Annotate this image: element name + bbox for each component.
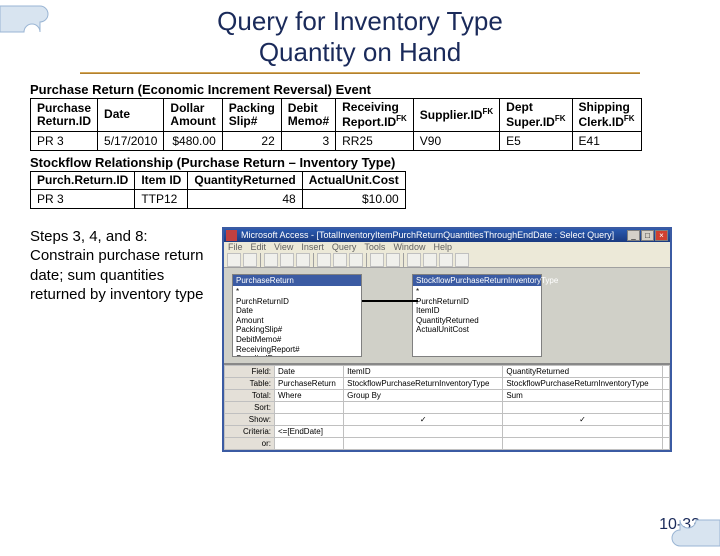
stockflow-table: Purch.Return.ID Item ID QuantityReturned… — [30, 171, 406, 209]
col-receiving-report: ReceivingReport.IDFK — [336, 99, 414, 131]
puzzle-decoration-tl — [0, 1, 55, 61]
col-dollar-amount: DollarAmount — [164, 99, 222, 131]
table-box-purchase-return[interactable]: PurchaseReturn * PurchReturnID Date Amou… — [232, 274, 362, 357]
join-line[interactable] — [362, 300, 418, 302]
table-box-stockflow[interactable]: StockflowPurchaseReturnInventoryType * P… — [412, 274, 542, 357]
col-packing-slip: PackingSlip# — [222, 99, 281, 131]
toolbar-button[interactable] — [455, 253, 469, 267]
minimize-button[interactable]: _ — [627, 230, 640, 241]
menu-query[interactable]: Query — [332, 242, 357, 252]
toolbar-button[interactable] — [243, 253, 257, 267]
access-titlebar[interactable]: Microsoft Access - [TotalInventoryItemPu… — [224, 229, 670, 242]
field-list: * PurchReturnID Date Amount PackingSlip#… — [233, 286, 361, 356]
toolbar-button[interactable] — [439, 253, 453, 267]
access-toolbar[interactable] — [224, 253, 670, 268]
toolbar-button[interactable] — [317, 253, 331, 267]
purchase-return-table: PurchaseReturn.ID Date DollarAmount Pack… — [30, 98, 642, 150]
toolbar-button[interactable] — [280, 253, 294, 267]
col-actual-unit-cost: ActualUnit.Cost — [302, 171, 405, 189]
toolbar-button[interactable] — [349, 253, 363, 267]
table-row: PR 3 TTP12 48 $10.00 — [31, 189, 406, 208]
toolbar-button[interactable] — [370, 253, 384, 267]
section2-label: Stockflow Relationship (Purchase Return … — [30, 155, 720, 170]
toolbar-button[interactable] — [333, 253, 347, 267]
menu-window[interactable]: Window — [393, 242, 425, 252]
toolbar-button[interactable] — [264, 253, 278, 267]
maximize-button[interactable]: □ — [641, 230, 654, 241]
access-app-icon — [226, 230, 237, 241]
table-header-row: PurchaseReturn.ID Date DollarAmount Pack… — [31, 99, 642, 131]
menu-help[interactable]: Help — [433, 242, 452, 252]
menu-tools[interactable]: Tools — [364, 242, 385, 252]
menu-edit[interactable]: Edit — [251, 242, 267, 252]
col-qty-returned: QuantityReturned — [188, 171, 302, 189]
toolbar-button[interactable] — [407, 253, 421, 267]
close-button[interactable]: × — [655, 230, 668, 241]
qbe-grid[interactable]: Field:DateItemIDQuantityReturned Table:P… — [224, 363, 670, 450]
col-item-id: Item ID — [135, 171, 188, 189]
access-menubar[interactable]: File Edit View Insert Query Tools Window… — [224, 242, 670, 253]
slide-title: Query for Inventory Type Quantity on Han… — [0, 6, 720, 68]
field-list: * PurchReturnID ItemID QuantityReturned … — [413, 286, 541, 356]
col-dept-super: DeptSuper.IDFK — [500, 99, 572, 131]
col-shipping-clerk: ShippingClerk.IDFK — [572, 99, 641, 131]
col-date: Date — [98, 99, 164, 131]
toolbar-button[interactable] — [386, 253, 400, 267]
table-header-row: Purch.Return.ID Item ID QuantityReturned… — [31, 171, 406, 189]
toolbar-button[interactable] — [423, 253, 437, 267]
access-window-title: Microsoft Access - [TotalInventoryItemPu… — [241, 230, 627, 240]
query-diagram-area[interactable]: PurchaseReturn * PurchReturnID Date Amou… — [224, 268, 670, 363]
col-purch-return-id: Purch.Return.ID — [31, 171, 135, 189]
col-purchase-return-id: PurchaseReturn.ID — [31, 99, 98, 131]
menu-insert[interactable]: Insert — [301, 242, 324, 252]
table-row: PR 3 5/17/2010 $480.00 22 3 RR25 V90 E5 … — [31, 131, 642, 150]
access-window: Microsoft Access - [TotalInventoryItemPu… — [222, 227, 672, 452]
steps-caption: Steps 3, 4, and 8: Constrain purchase re… — [30, 227, 210, 452]
col-supplier: Supplier.IDFK — [413, 99, 499, 131]
toolbar-button[interactable] — [296, 253, 310, 267]
menu-file[interactable]: File — [228, 242, 243, 252]
section1-label: Purchase Return (Economic Increment Reve… — [30, 82, 720, 97]
puzzle-decoration-br — [665, 491, 720, 551]
title-underline — [80, 72, 640, 74]
toolbar-button[interactable] — [227, 253, 241, 267]
col-debit-memo: DebitMemo# — [281, 99, 335, 131]
menu-view[interactable]: View — [274, 242, 293, 252]
